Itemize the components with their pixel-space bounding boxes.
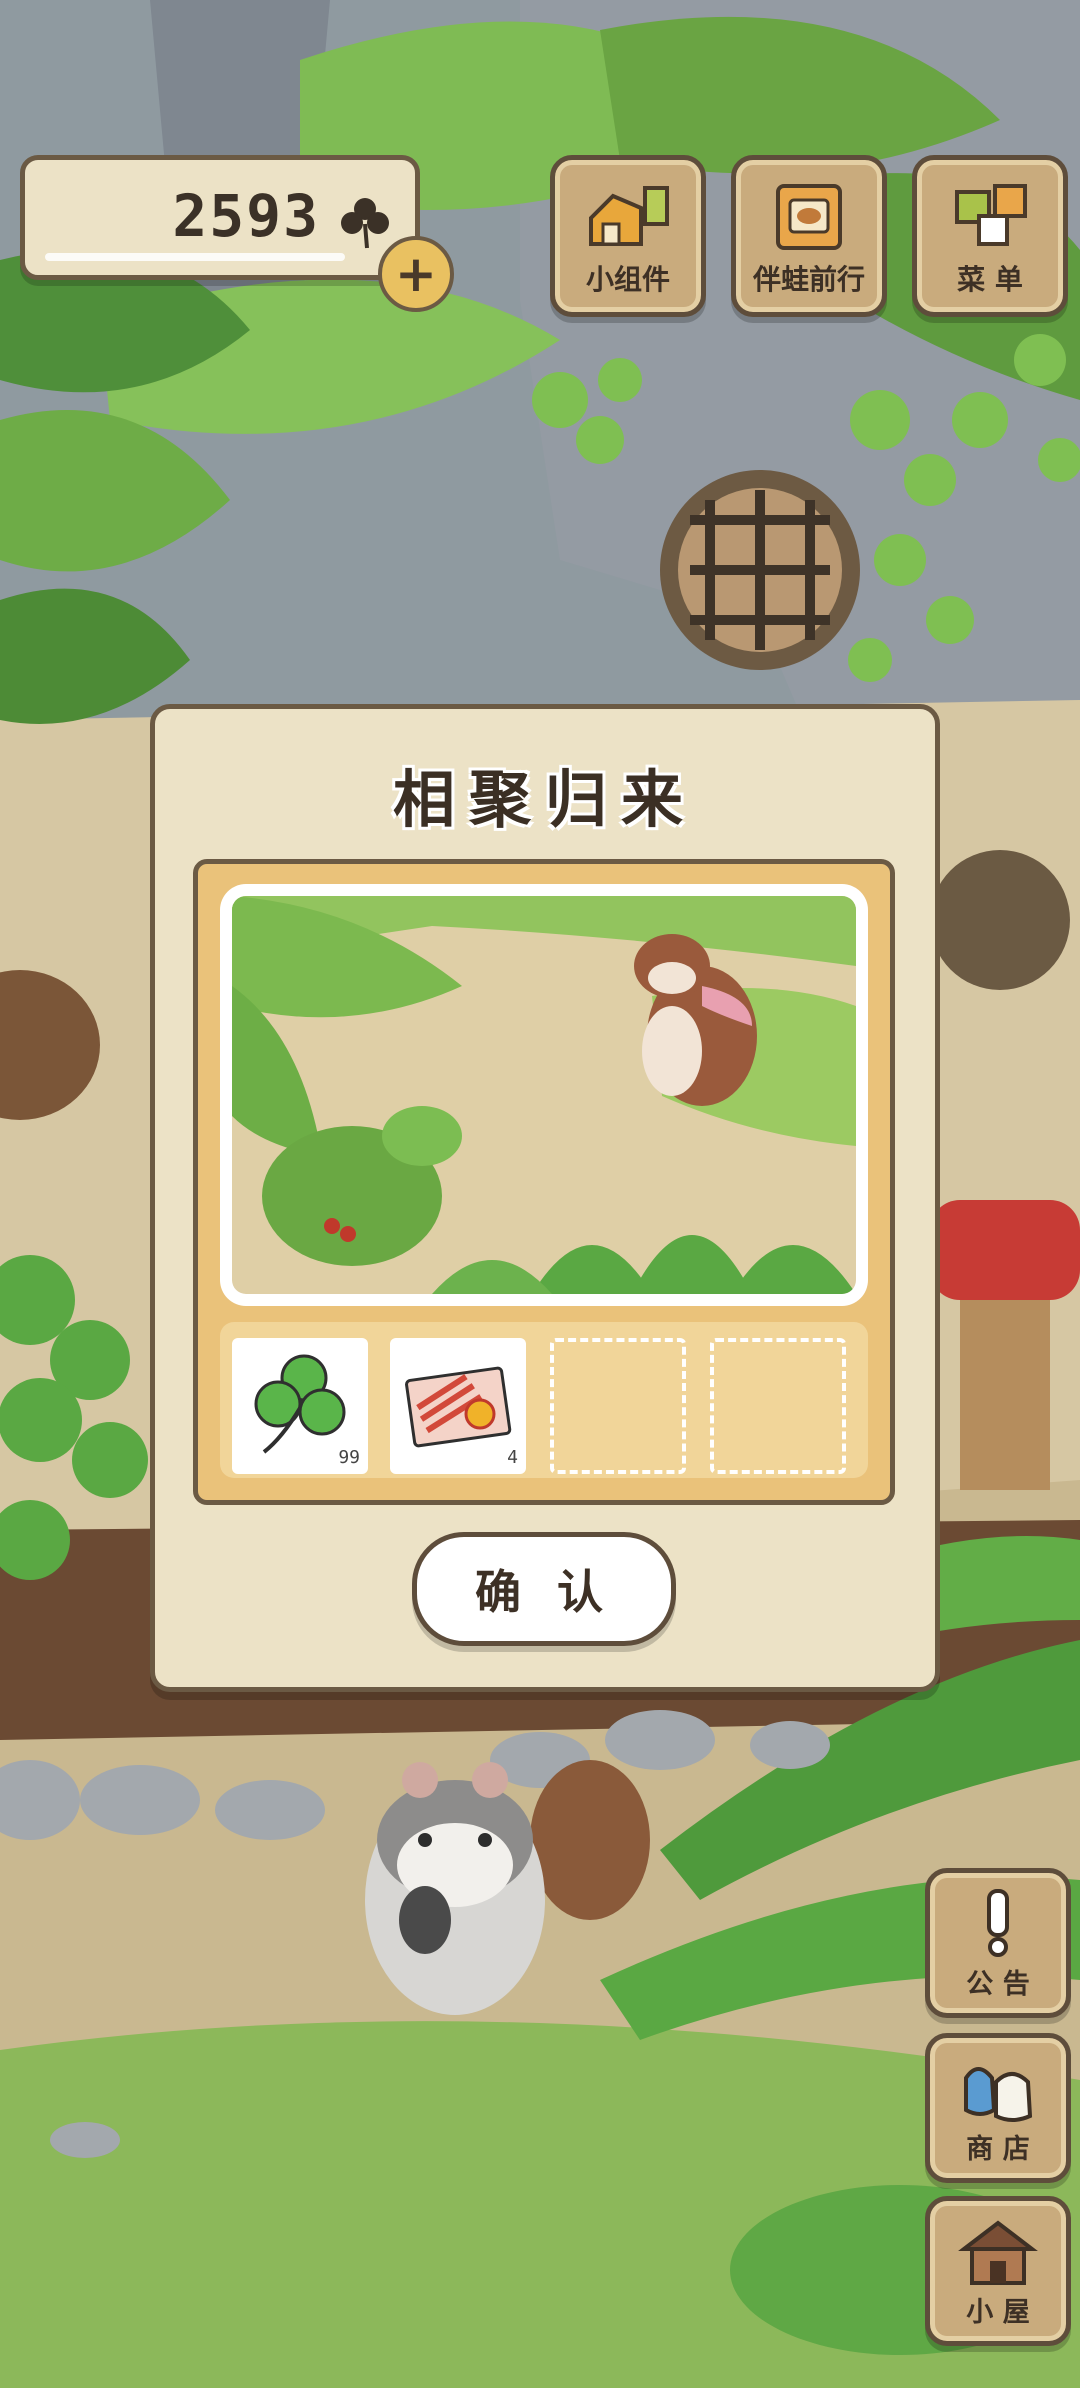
reunion-card: 99 4: [193, 859, 895, 1505]
reward-slot-empty: [710, 1338, 846, 1474]
reunion-dialog: 相聚归来 99 4 确 认: [150, 704, 940, 1692]
reunion-photo: [232, 896, 856, 1294]
frog-journey-button[interactable]: 伴蛙前行: [731, 155, 887, 317]
house-button[interactable]: 小 屋: [925, 2196, 1071, 2346]
plus-icon: +: [395, 245, 437, 303]
shop-bag-icon: [964, 2067, 1033, 2122]
add-clover-button[interactable]: +: [378, 236, 454, 312]
clover-icon: [341, 198, 389, 249]
announcement-button[interactable]: 公 告: [925, 1868, 1071, 2018]
reward-items: 99 4: [220, 1322, 868, 1478]
house-label: 小 屋: [966, 2297, 1030, 2328]
house-icon: [958, 2220, 1038, 2285]
reward-slot-ticket: 4: [390, 1338, 526, 1474]
menu-label: 菜 单: [957, 263, 1023, 296]
lottery-ticket-icon: [405, 1366, 512, 1448]
dialog-title: 相聚归来: [392, 763, 697, 836]
frog-journey-icon: [776, 184, 842, 250]
shop-button[interactable]: 商 店: [925, 2033, 1071, 2183]
widget-button[interactable]: 小组件: [550, 155, 706, 317]
clover-bar: [45, 253, 345, 261]
clover-amount: 2593: [172, 182, 320, 250]
shop-label: 商 店: [966, 2134, 1030, 2165]
clover-quantity: 99: [338, 1447, 360, 1468]
widget-label: 小组件: [585, 263, 670, 296]
photo-frame: [220, 884, 868, 1306]
announcement-label: 公 告: [966, 1969, 1030, 2000]
clover-counter: 2593: [20, 155, 420, 280]
menu-icon: [955, 184, 1027, 246]
widget-icon: [589, 186, 669, 246]
reward-slot-clover: 99: [232, 1338, 368, 1474]
frog-journey-label: 伴蛙前行: [752, 263, 865, 296]
exclamation-icon: [987, 1889, 1009, 1957]
ticket-quantity: 4: [507, 1447, 518, 1468]
confirm-button[interactable]: 确 认: [412, 1532, 676, 1646]
reward-slot-empty: [550, 1338, 686, 1474]
menu-button[interactable]: 菜 单: [912, 155, 1068, 317]
